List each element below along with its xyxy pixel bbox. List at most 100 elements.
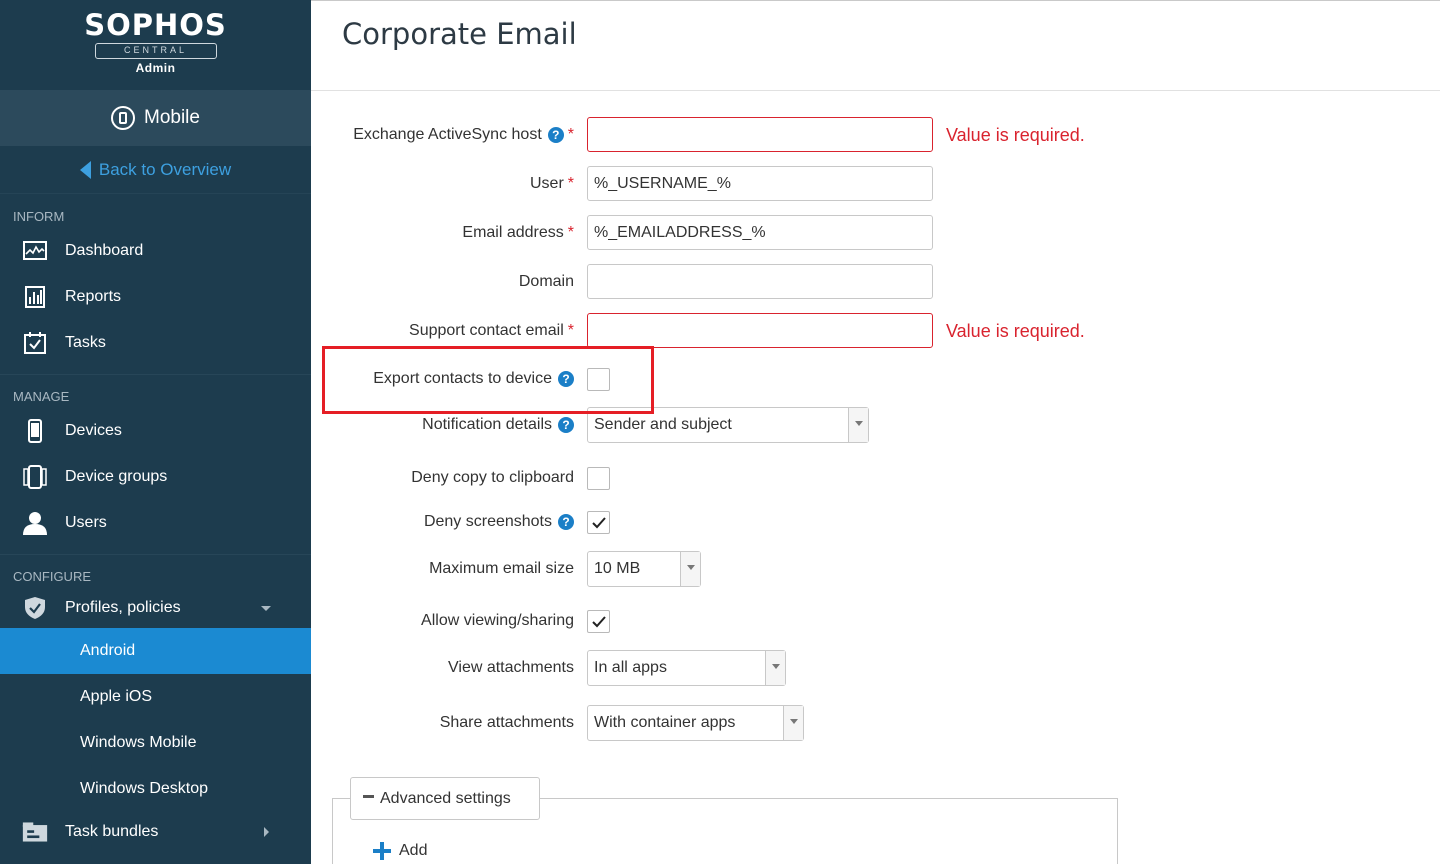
deny-clipboard-label: Deny copy to clipboard xyxy=(411,460,574,496)
deny-screenshots-label-text: Deny screenshots xyxy=(423,513,552,530)
sidebar-subitem-windows-desktop[interactable]: Windows Desktop xyxy=(0,766,311,812)
sidebar-item-label: Users xyxy=(65,514,107,531)
help-icon[interactable]: ? xyxy=(558,417,574,433)
sidebar-subitem-windows-mobile[interactable]: Windows Mobile xyxy=(0,720,311,766)
task-bundles-icon xyxy=(22,820,48,844)
domain-input[interactable] xyxy=(587,264,933,299)
notification-details-value: Sender and subject xyxy=(594,416,732,433)
help-icon[interactable]: ? xyxy=(547,127,564,143)
sidebar-subitem-android[interactable]: Android xyxy=(0,628,311,674)
exchange-host-input[interactable] xyxy=(587,117,933,152)
domain-label: Domain xyxy=(519,264,574,300)
view-attachments-label-text: View attachments xyxy=(448,659,574,676)
exchange-host-label: Exchange ActiveSync host ? * xyxy=(353,117,574,153)
deny-clipboard-checkbox[interactable] xyxy=(587,467,610,490)
user-icon xyxy=(22,511,48,535)
reports-icon xyxy=(22,285,48,309)
minus-icon xyxy=(363,795,374,798)
logo-brand: SOPHOS xyxy=(84,8,227,42)
sidebar: SOPHOS CENTRAL Admin Mobile Back to Over… xyxy=(0,0,311,864)
email-input[interactable]: %_EMAILADDRESS_% xyxy=(587,215,933,250)
form-row-exchange-host: Exchange ActiveSync host ? * Value is re… xyxy=(311,117,1440,153)
add-label: Add xyxy=(399,842,428,859)
sidebar-item-dashboard[interactable]: Dashboard xyxy=(0,228,311,274)
email-label: Email address * xyxy=(462,215,574,251)
user-input[interactable]: %_USERNAME_% xyxy=(587,166,933,201)
sidebar-item-label: Reports xyxy=(65,288,122,305)
logo-central: CENTRAL xyxy=(94,43,217,59)
allow-viewing-label: Allow viewing/sharing xyxy=(421,603,574,639)
back-arrow-icon xyxy=(79,160,91,179)
deny-clipboard-label-text: Deny copy to clipboard xyxy=(411,469,574,486)
product-title: Mobile xyxy=(144,107,200,128)
advanced-settings-label: Advanced settings xyxy=(380,789,511,807)
sidebar-item-device-groups[interactable]: Device groups xyxy=(0,454,311,500)
section-manage: MANAGE xyxy=(13,389,70,404)
form-row-allow-viewing: Allow viewing/sharing xyxy=(311,603,1440,639)
max-email-size-select[interactable]: 10 MB xyxy=(587,551,701,587)
sidebar-item-devices[interactable]: Devices xyxy=(0,408,311,454)
required-marker: * xyxy=(567,175,574,192)
mobile-icon xyxy=(111,106,135,130)
form-row-support-email: Support contact email * Value is require… xyxy=(311,313,1440,349)
section-configure: CONFIGURE xyxy=(13,569,91,584)
back-label: Back to Overview xyxy=(98,159,232,179)
exchange-host-error: Value is required. xyxy=(946,125,1085,145)
sidebar-item-tasks[interactable]: Tasks xyxy=(0,320,311,366)
page-header: Corporate Email xyxy=(311,3,1440,91)
share-attachments-value: With container apps xyxy=(594,714,736,731)
support-email-input[interactable] xyxy=(587,313,933,348)
form-row-max-email-size: Maximum email size 10 MB xyxy=(311,551,1440,587)
sidebar-item-profiles-policies[interactable]: Profiles, policies xyxy=(0,588,311,628)
tasks-icon xyxy=(22,331,48,355)
domain-label-text: Domain xyxy=(518,273,574,290)
required-marker: * xyxy=(567,224,574,241)
max-email-size-label-text: Maximum email size xyxy=(429,560,574,577)
email-label-text: Email address xyxy=(462,224,564,241)
chevron-right-icon xyxy=(264,827,269,837)
back-to-overview-link[interactable]: Back to Overview xyxy=(0,146,311,194)
sidebar-item-label: Task bundles xyxy=(65,823,159,840)
exchange-host-label-text: Exchange ActiveSync host xyxy=(353,126,542,143)
plus-icon xyxy=(373,842,391,860)
dropdown-arrow-icon xyxy=(783,706,803,740)
help-icon[interactable]: ? xyxy=(558,514,574,530)
deny-screenshots-checkbox[interactable] xyxy=(587,511,610,534)
support-email-error: Value is required. xyxy=(946,321,1085,341)
allow-viewing-checkbox[interactable] xyxy=(587,610,610,633)
sidebar-item-task-bundles[interactable]: Task bundles xyxy=(0,812,311,852)
form-row-deny-screenshots: Deny screenshots ? xyxy=(311,504,1440,540)
sidebar-subitem-apple-ios[interactable]: Apple iOS xyxy=(0,674,311,720)
view-attachments-value: In all apps xyxy=(594,659,667,676)
view-attachments-select[interactable]: In all apps xyxy=(587,650,786,686)
sidebar-item-label: Dashboard xyxy=(65,242,144,259)
sidebar-item-users[interactable]: Users xyxy=(0,500,311,546)
sidebar-item-label: Devices xyxy=(65,422,122,439)
checkmark-icon xyxy=(591,516,606,528)
advanced-settings-toggle[interactable]: Advanced settings xyxy=(350,777,540,820)
required-marker: * xyxy=(567,126,574,143)
add-button[interactable]: Add xyxy=(373,842,427,860)
sidebar-item-label: Device groups xyxy=(65,468,168,485)
section-inform: INFORM xyxy=(13,209,65,224)
dashboard-icon xyxy=(22,239,48,263)
max-email-size-label: Maximum email size xyxy=(429,551,574,587)
view-attachments-label: View attachments xyxy=(448,650,574,686)
sophos-central-logo[interactable]: SOPHOS CENTRAL Admin xyxy=(0,0,311,90)
form-row-user: User * %_USERNAME_% xyxy=(311,166,1440,202)
sidebar-item-reports[interactable]: Reports xyxy=(0,274,311,320)
deny-screenshots-label: Deny screenshots ? xyxy=(424,504,574,540)
page-title: Corporate Email xyxy=(342,17,577,51)
dropdown-arrow-icon xyxy=(680,552,700,586)
sidebar-divider xyxy=(0,374,311,386)
user-label: User * xyxy=(530,166,574,202)
device-groups-icon xyxy=(22,465,48,489)
share-attachments-select[interactable]: With container apps xyxy=(587,705,804,741)
device-icon xyxy=(22,419,48,443)
required-marker: * xyxy=(567,322,574,339)
form-row-domain: Domain xyxy=(311,264,1440,300)
form-row-share-attachments: Share attachments With container apps xyxy=(311,705,1440,741)
chevron-down-icon xyxy=(261,605,271,611)
sidebar-item-label: Tasks xyxy=(65,334,106,351)
support-email-label: Support contact email * xyxy=(409,313,574,349)
